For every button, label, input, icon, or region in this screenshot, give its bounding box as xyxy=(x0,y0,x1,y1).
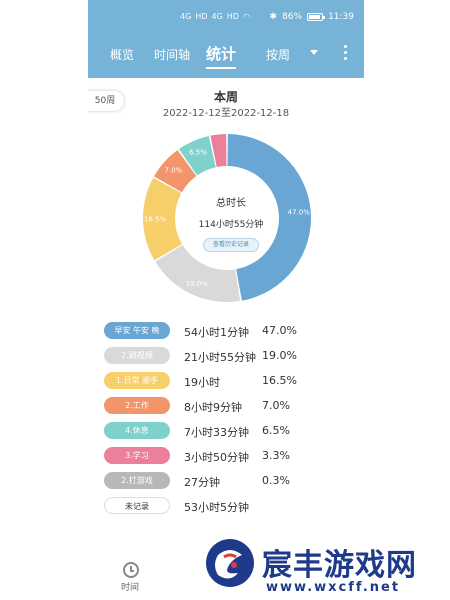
status-right: ✱ 86% 11:39 xyxy=(270,12,355,22)
total-duration-label: 总时长 xyxy=(216,198,246,209)
category-percent: 16.5% xyxy=(262,374,297,387)
legend-row[interactable]: 1.日常 顺手 19小时 16.5% xyxy=(88,372,364,392)
nav-bar: 概览 时间轴 统计 按周 xyxy=(88,40,364,72)
donut-center: 总时长 114小时55分钟 查看历史记录 xyxy=(176,160,286,280)
more-vertical-icon[interactable] xyxy=(344,45,348,61)
battery-icon xyxy=(307,13,326,21)
signal-icon: 4G xyxy=(211,12,223,21)
category-duration: 19小时 xyxy=(184,376,220,389)
category-percent: 0.3% xyxy=(262,474,290,487)
watermark-url: www.wxcff.net xyxy=(266,580,401,595)
category-percent: 7.0% xyxy=(262,399,290,412)
category-duration: 8小时9分钟 xyxy=(184,401,242,414)
category-percent: 6.5% xyxy=(262,424,290,437)
legend-row[interactable]: 早安 午安 晚 54小时1分钟 47.0% xyxy=(88,322,364,342)
category-pill[interactable]: 3.学习 xyxy=(104,447,170,464)
watermark-text: 宸丰游戏网 xyxy=(262,548,417,583)
app-screen: 4G HD 4G HD ◠ ✱ 86% 11:39 概览 时间轴 统计 按周 5… xyxy=(88,0,364,600)
legend-row[interactable]: 2.刷视频 21小时55分钟 19.0% xyxy=(88,347,364,367)
legend-row[interactable]: 未记录 53小时5分钟 xyxy=(88,497,364,517)
slice-percent-label: 6.5% xyxy=(189,149,207,157)
slice-percent-label: 19.0% xyxy=(186,280,209,288)
top-bar: 4G HD 4G HD ◠ ✱ 86% 11:39 概览 时间轴 统计 按周 xyxy=(88,0,364,78)
category-duration: 3小时50分钟 xyxy=(184,451,249,464)
bottom-nav-time[interactable]: 时间 xyxy=(121,580,139,593)
category-duration: 7小时33分钟 xyxy=(184,426,249,439)
hd-icon: HD xyxy=(226,12,239,21)
legend-row[interactable]: 2.工作 8小时9分钟 7.0% xyxy=(88,397,364,417)
legend-row[interactable]: 2.打游戏 27分钟 0.3% xyxy=(88,472,364,492)
tab-statistics[interactable]: 统计 xyxy=(206,43,237,69)
category-percent: 19.0% xyxy=(262,349,297,362)
week-range: 2022-12-12至2022-12-18 xyxy=(162,108,290,119)
category-pill[interactable]: 未记录 xyxy=(104,497,170,514)
signal-indicators: 4G HD 4G HD ◠ xyxy=(180,12,250,21)
right-margin xyxy=(364,0,450,600)
status-bar: 4G HD 4G HD ◠ ✱ 86% 11:39 xyxy=(88,0,364,36)
signal-icon: 4G xyxy=(180,12,192,21)
battery-percent: 86% xyxy=(282,12,303,22)
category-pill[interactable]: 4.休息 xyxy=(104,422,170,439)
chevron-down-icon[interactable] xyxy=(310,50,318,55)
category-pill[interactable]: 2.刷视频 xyxy=(104,347,170,364)
period-select[interactable]: 按周 xyxy=(266,46,290,63)
clock-icon[interactable] xyxy=(123,562,139,578)
watermark-logo xyxy=(206,539,254,587)
tab-overview[interactable]: 概览 xyxy=(110,46,134,63)
category-duration: 53小时5分钟 xyxy=(184,501,249,514)
category-pill[interactable]: 1.日常 顺手 xyxy=(104,372,170,389)
category-duration: 54小时1分钟 xyxy=(184,326,249,339)
category-duration: 27分钟 xyxy=(184,476,220,489)
hd-icon: HD xyxy=(195,12,208,21)
legend-row[interactable]: 3.学习 3小时50分钟 3.3% xyxy=(88,447,364,467)
week-title: 本周 xyxy=(213,90,238,104)
category-pill[interactable]: 早安 午安 晚 xyxy=(104,322,170,339)
legend-row[interactable]: 4.休息 7小时33分钟 6.5% xyxy=(88,422,364,442)
left-margin xyxy=(0,0,88,600)
category-pill[interactable]: 2.打游戏 xyxy=(104,472,170,489)
category-duration: 21小时55分钟 xyxy=(184,351,256,364)
total-duration-value: 114小时55分钟 xyxy=(198,220,264,230)
category-percent: 3.3% xyxy=(262,449,290,462)
category-percent: 47.0% xyxy=(262,324,297,337)
slice-percent-label: 47.0% xyxy=(288,208,311,216)
wifi-icon: ◠ xyxy=(242,12,250,21)
view-history-button[interactable]: 查看历史记录 xyxy=(203,238,259,252)
bluetooth-icon: ✱ xyxy=(269,12,278,22)
slice-percent-label: 16.5% xyxy=(144,216,167,224)
clock-time: 11:39 xyxy=(328,12,354,22)
category-pill[interactable]: 2.工作 xyxy=(104,397,170,414)
tab-timeline[interactable]: 时间轴 xyxy=(154,46,190,63)
